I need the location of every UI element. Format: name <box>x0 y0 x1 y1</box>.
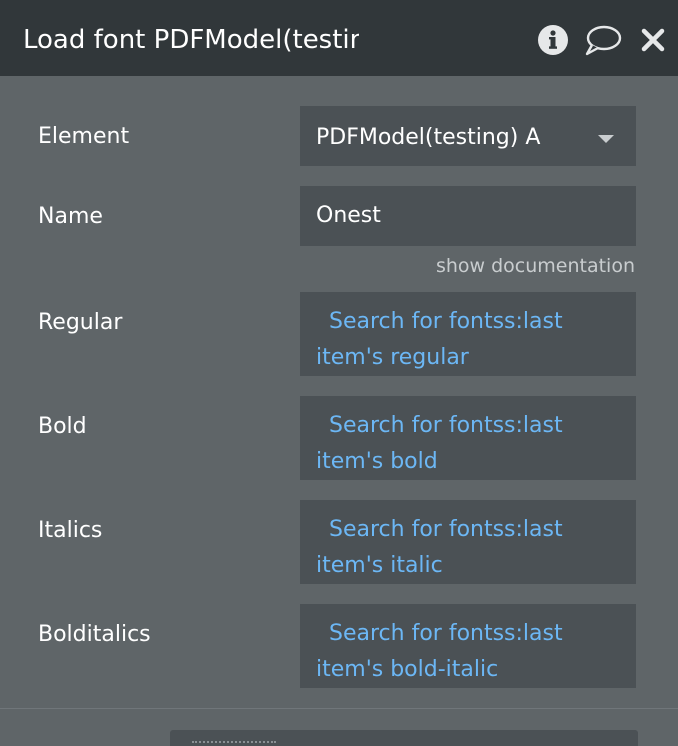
bold-expression-text: Search for fontss:last item's bold <box>316 413 563 474</box>
element-label: Element <box>38 124 130 149</box>
chevron-down-icon <box>598 135 614 143</box>
italics-expression-text: Search for fontss:last item's italic <box>316 517 563 578</box>
bold-expression-field[interactable]: Search for fontss:last item's bold <box>300 396 636 480</box>
regular-expression-text: Search for fontss:last item's regular <box>316 309 563 370</box>
placeholder-dash <box>192 741 276 743</box>
bold-label: Bold <box>38 414 87 439</box>
close-icon[interactable] <box>638 22 668 58</box>
regular-label: Regular <box>38 310 123 335</box>
regular-expression-field[interactable]: Search for fontss:last item's regular <box>300 292 636 376</box>
info-icon[interactable] <box>536 22 570 58</box>
next-field-partial[interactable] <box>170 730 638 746</box>
bolditalics-label: Bolditalics <box>38 622 151 647</box>
panel-header: Load font PDFModel(testing) A <box>0 0 678 76</box>
comment-icon[interactable] <box>583 22 623 58</box>
panel-title: Load font PDFModel(testing) A <box>23 25 359 55</box>
name-input[interactable]: Onest <box>300 186 636 246</box>
name-input-value: Onest <box>316 203 381 228</box>
show-documentation-link[interactable]: show documentation <box>436 252 635 280</box>
italics-label: Italics <box>38 518 103 543</box>
element-dropdown-value: PDFModel(testing) A <box>316 125 541 150</box>
element-dropdown[interactable]: PDFModel(testing) A <box>300 106 636 166</box>
section-divider <box>0 708 678 709</box>
property-editor-panel: Load font PDFModel(testing) A Element <box>0 0 678 746</box>
italics-expression-field[interactable]: Search for fontss:last item's italic <box>300 500 636 584</box>
bolditalics-expression-text: Search for fontss:last item's bold-itali… <box>316 621 563 682</box>
name-label: Name <box>38 204 103 229</box>
bolditalics-expression-field[interactable]: Search for fontss:last item's bold-itali… <box>300 604 636 688</box>
